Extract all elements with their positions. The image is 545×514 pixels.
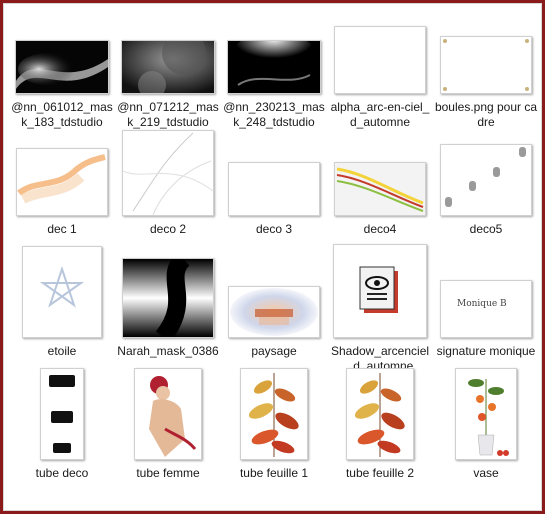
file-thumbnail <box>134 368 202 460</box>
file-name: etoile <box>47 344 77 358</box>
file-name: deco 3 <box>255 222 293 236</box>
file-item-tube-feuille-2[interactable]: tube feuille 2 <box>327 368 433 506</box>
file-item-alpha-arc-en-ciel[interactable]: alpha_arc-en-ciel_d_automne <box>327 18 433 140</box>
file-name: Narah_mask_0386 <box>117 344 219 358</box>
file-view: @nn_061012_mask_183_tdstudio @nn_071212_… <box>3 3 542 511</box>
file-item-tube-femme[interactable]: tube femme <box>115 368 221 506</box>
file-thumbnail <box>22 246 102 338</box>
file-thumbnail <box>122 258 214 338</box>
file-name: tube deco <box>35 466 89 480</box>
file-name: @nn_230213_mask_248_tdstudio <box>223 100 325 129</box>
file-thumbnail <box>440 144 532 216</box>
file-thumbnail <box>455 368 517 460</box>
file-thumbnail <box>15 40 109 94</box>
file-name: tube femme <box>136 466 200 480</box>
file-thumbnail <box>333 244 427 338</box>
file-name: dec 1 <box>47 222 77 236</box>
file-item-shadow-arcenciel[interactable]: Shadow_arcenciel_d_automne <box>327 244 433 384</box>
file-item-narah-mask[interactable]: Narah_mask_0386 <box>115 258 221 384</box>
file-name: deco5 <box>469 222 503 236</box>
file-thumbnail <box>334 26 426 94</box>
file-name: @nn_061012_mask_183_tdstudio <box>11 100 113 129</box>
file-item-vase[interactable]: vase <box>433 368 539 506</box>
file-thumbnail <box>227 40 321 94</box>
file-item-paysage[interactable]: paysage <box>221 262 327 384</box>
file-thumbnail <box>240 368 308 460</box>
file-name: boules.png pour cadre <box>434 100 538 129</box>
file-thumbnail <box>228 162 320 216</box>
file-item-deco-3[interactable]: deco 3 <box>221 140 327 262</box>
file-name: vase <box>473 466 499 480</box>
file-name: @nn_071212_mask_219_tdstudio <box>117 100 219 129</box>
file-name: alpha_arc-en-ciel_d_automne <box>330 100 430 129</box>
file-grid: @nn_061012_mask_183_tdstudio @nn_071212_… <box>9 18 539 506</box>
file-thumbnail <box>40 368 84 460</box>
file-name: paysage <box>251 344 297 358</box>
file-item-signature[interactable]: Monique B signature monique <box>433 262 539 384</box>
file-name: tube feuille 2 <box>345 466 415 480</box>
file-thumbnail <box>121 40 215 94</box>
file-thumbnail <box>16 148 108 216</box>
file-thumbnail <box>440 36 532 94</box>
file-name: signature monique <box>436 344 536 358</box>
file-item-tube-feuille-1[interactable]: tube feuille 1 <box>221 368 327 506</box>
file-item-boules[interactable]: boules.png pour cadre <box>433 18 539 140</box>
file-thumbnail <box>334 162 426 216</box>
file-thumbnail <box>122 130 214 216</box>
file-thumbnail <box>346 368 414 460</box>
file-thumbnail <box>228 286 320 338</box>
file-name: deco4 <box>363 222 397 236</box>
file-item-mask-219[interactable]: @nn_071212_mask_219_tdstudio <box>115 18 221 140</box>
file-item-mask-183[interactable]: @nn_061012_mask_183_tdstudio <box>9 18 115 140</box>
signature-text: Monique B <box>457 299 507 309</box>
file-name: deco 2 <box>149 222 187 236</box>
window-frame: @nn_061012_mask_183_tdstudio @nn_071212_… <box>0 0 545 514</box>
file-item-deco-2[interactable]: deco 2 <box>115 130 221 262</box>
file-name: tube feuille 1 <box>239 466 309 480</box>
file-item-mask-248[interactable]: @nn_230213_mask_248_tdstudio <box>221 18 327 140</box>
file-item-dec-1[interactable]: dec 1 <box>9 140 115 262</box>
file-item-tube-deco[interactable]: tube deco <box>9 368 115 506</box>
file-thumbnail: Monique B <box>440 280 532 338</box>
file-item-etoile[interactable]: etoile <box>9 246 115 384</box>
file-item-deco5[interactable]: deco5 <box>433 140 539 262</box>
